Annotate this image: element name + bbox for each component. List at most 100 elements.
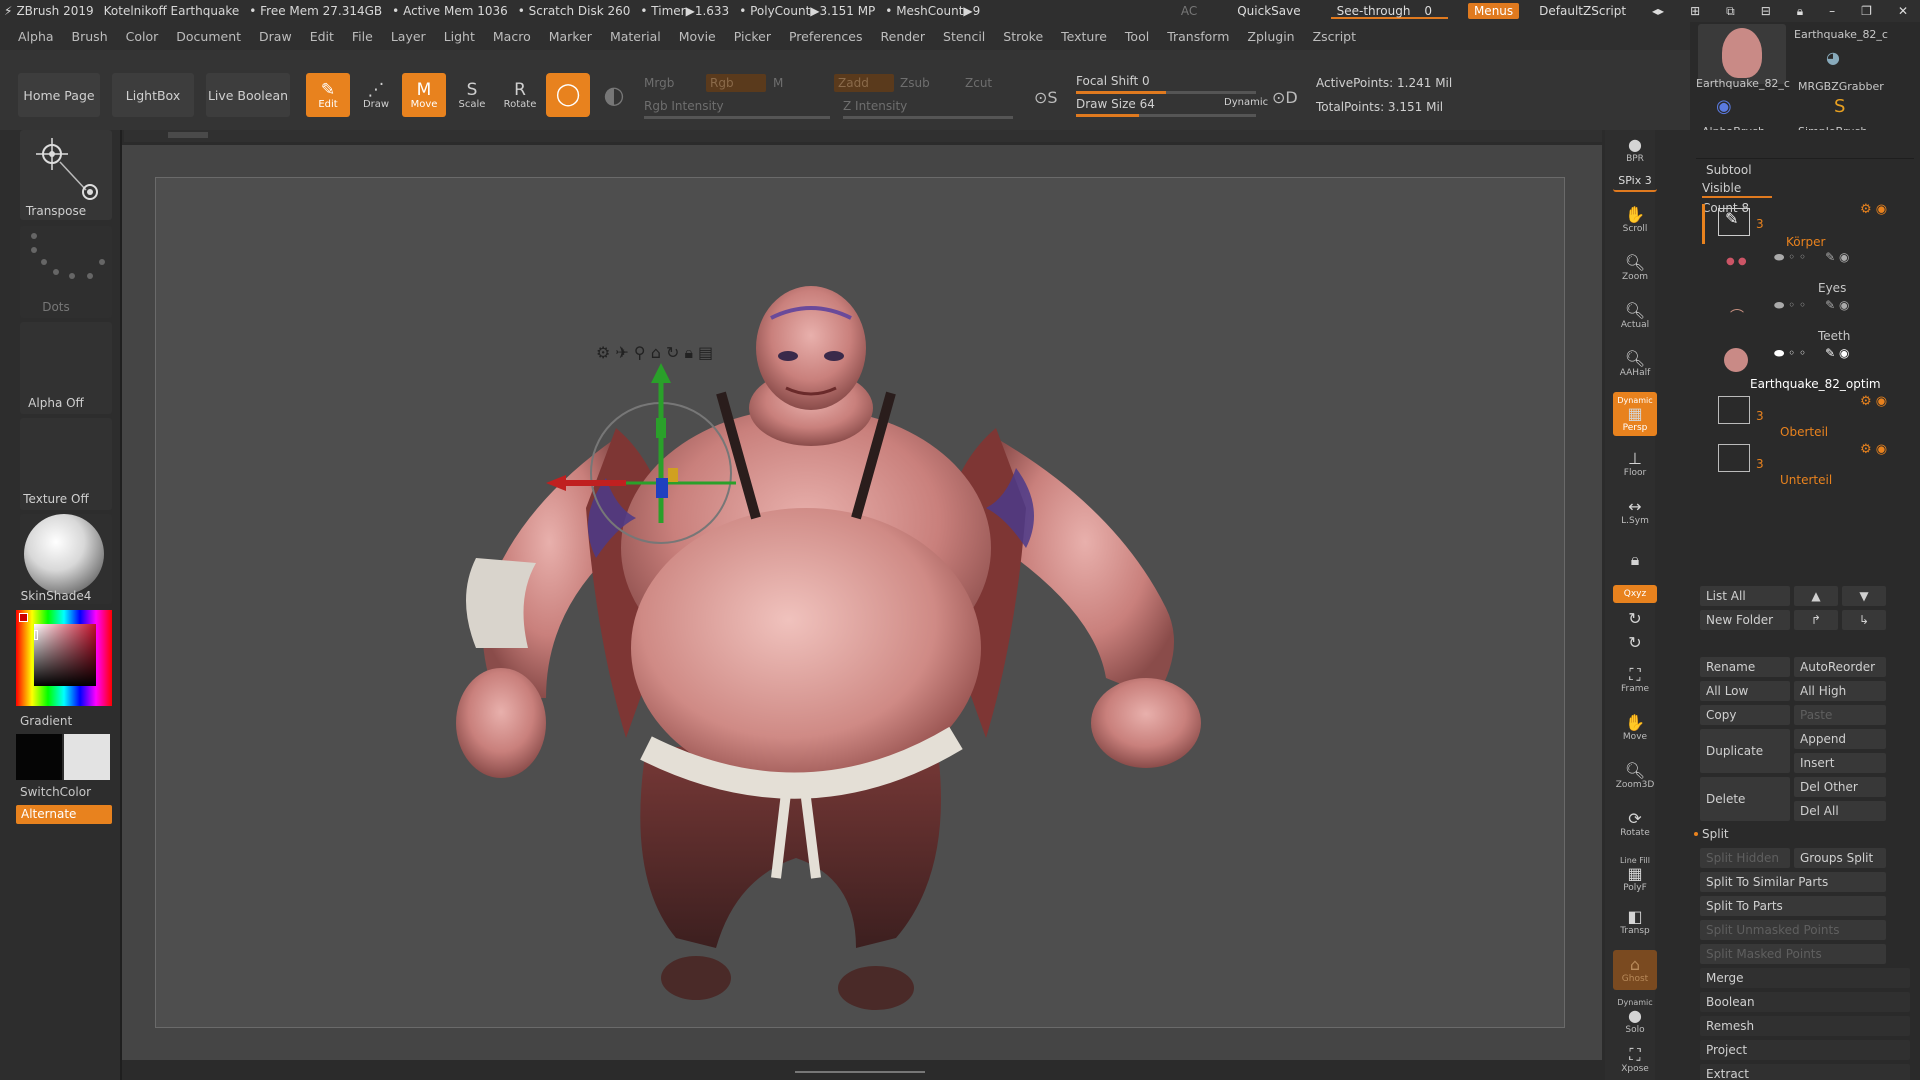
menu-file[interactable]: File bbox=[352, 29, 373, 44]
all-low-button[interactable]: All Low bbox=[1700, 681, 1790, 701]
split-masked-button[interactable]: Split Masked Points bbox=[1700, 944, 1886, 964]
menu-zplugin[interactable]: Zplugin bbox=[1247, 29, 1294, 44]
rotate-z-button[interactable]: ↻ bbox=[1613, 632, 1657, 654]
interface2-icon[interactable]: ⧉ bbox=[1720, 3, 1741, 19]
rotate-y-button[interactable]: ↻ bbox=[1613, 608, 1657, 630]
zsub-button[interactable]: Zsub bbox=[900, 76, 930, 90]
delete-button[interactable]: Delete bbox=[1700, 777, 1790, 821]
folder-oberteil-icon[interactable] bbox=[1718, 396, 1750, 424]
folder-korper-gear-icon[interactable]: ⚙ ◉ bbox=[1860, 202, 1887, 217]
eyes-toggle-icon[interactable]: ⬬ ◦ ◦ ✎ ◉ bbox=[1774, 250, 1849, 265]
mrgb-button[interactable]: Mrgb bbox=[644, 76, 674, 90]
minimize-icon[interactable]: – bbox=[1823, 3, 1841, 19]
xpose-button[interactable]: ⛶ Xpose bbox=[1613, 1040, 1657, 1080]
interface-icon[interactable]: ⊞ bbox=[1684, 3, 1706, 19]
autoreorder-button[interactable]: AutoReorder bbox=[1794, 657, 1886, 677]
menu-stroke[interactable]: Stroke bbox=[1003, 29, 1043, 44]
menu-alpha[interactable]: Alpha bbox=[18, 29, 54, 44]
lsym-button[interactable]: ↔ L.Sym bbox=[1613, 492, 1657, 532]
actual-button[interactable]: 🔍︎ Actual bbox=[1613, 296, 1657, 336]
move-down-icon[interactable]: ↳ bbox=[1842, 610, 1886, 630]
menu-texture[interactable]: Texture bbox=[1061, 29, 1107, 44]
mrgbz-grabber-label[interactable]: MRGBZGrabber bbox=[1798, 80, 1884, 93]
menu-marker[interactable]: Marker bbox=[549, 29, 592, 44]
lock-button[interactable]: 🔒︎ bbox=[1613, 540, 1657, 580]
character-model[interactable]: ⚙ ✈ ⚲ ⌂ ↻ 🔒︎ ▤ bbox=[156, 178, 1566, 1029]
remesh-button[interactable]: Remesh bbox=[1700, 1016, 1910, 1036]
menus-button[interactable]: Menus bbox=[1467, 3, 1520, 19]
rgb-intensity-slider[interactable] bbox=[644, 116, 830, 119]
menu-preferences[interactable]: Preferences bbox=[789, 29, 863, 44]
home-page-button[interactable]: Home Page bbox=[18, 73, 100, 117]
canvas[interactable]: ⚙ ✈ ⚲ ⌂ ↻ 🔒︎ ▤ bbox=[155, 177, 1565, 1028]
zcut-button[interactable]: Zcut bbox=[965, 76, 992, 90]
lock-icon[interactable]: 🔒︎ bbox=[1791, 3, 1809, 19]
menu-tool[interactable]: Tool bbox=[1125, 29, 1149, 44]
dynamic-button[interactable]: Dynamic bbox=[1224, 97, 1268, 108]
project-button[interactable]: Project bbox=[1700, 1040, 1910, 1060]
m-button[interactable]: M bbox=[773, 76, 783, 90]
draw-button[interactable]: ⋰ Draw bbox=[354, 73, 398, 117]
menu-movie[interactable]: Movie bbox=[679, 29, 716, 44]
rgb-button[interactable]: Rgb bbox=[706, 74, 766, 92]
menu-stencil[interactable]: Stencil bbox=[943, 29, 985, 44]
zadd-button[interactable]: Zadd bbox=[834, 74, 894, 92]
menu-macro[interactable]: Macro bbox=[493, 29, 531, 44]
see-through-slider[interactable]: See-through 0 bbox=[1330, 3, 1448, 19]
ghost-button[interactable]: ⌂ Ghost bbox=[1613, 950, 1657, 990]
polyf-button[interactable]: Line Fill ▦ PolyF bbox=[1613, 852, 1657, 896]
rename-button[interactable]: Rename bbox=[1700, 657, 1790, 677]
visible-count-slider[interactable]: Visible Count 8 bbox=[1702, 178, 1772, 215]
move-up-icon[interactable]: ↱ bbox=[1794, 610, 1838, 630]
extract-button[interactable]: Extract bbox=[1700, 1064, 1910, 1080]
zoom3d-button[interactable]: 🔍︎ Zoom3D bbox=[1613, 756, 1657, 796]
menu-render[interactable]: Render bbox=[881, 29, 926, 44]
solo-button[interactable]: Dynamic ● Solo bbox=[1613, 994, 1657, 1038]
menu-edit[interactable]: Edit bbox=[310, 29, 334, 44]
alternate-button[interactable]: Alternate bbox=[16, 805, 112, 824]
arrow-up-icon[interactable]: ▲ bbox=[1794, 586, 1838, 606]
duplicate-button[interactable]: Duplicate bbox=[1700, 729, 1790, 773]
folder-unterteil-name[interactable]: Unterteil bbox=[1780, 472, 1832, 488]
scroll-indicator[interactable] bbox=[168, 132, 208, 138]
ac-button[interactable]: AC bbox=[1175, 3, 1203, 19]
split-header[interactable]: Split bbox=[1702, 824, 1729, 844]
material-sphere-button[interactable]: ◐ bbox=[594, 73, 634, 117]
boolean-button[interactable]: Boolean bbox=[1700, 992, 1910, 1012]
all-high-button[interactable]: All High bbox=[1794, 681, 1886, 701]
menu-layer[interactable]: Layer bbox=[391, 29, 426, 44]
move-button[interactable]: M Move bbox=[402, 73, 446, 117]
new-folder-button[interactable]: New Folder bbox=[1700, 610, 1790, 630]
folder-unterteil-icon[interactable] bbox=[1718, 444, 1750, 472]
split-unmasked-button[interactable]: Split Unmasked Points bbox=[1700, 920, 1886, 940]
merge-button[interactable]: Merge bbox=[1700, 968, 1910, 988]
paste-button[interactable]: Paste bbox=[1794, 705, 1886, 725]
xyz-button[interactable]: Qxyz bbox=[1613, 585, 1657, 603]
layout-icon[interactable]: ◂▸ bbox=[1646, 3, 1670, 19]
rotate-button[interactable]: R Rotate bbox=[498, 73, 542, 117]
s-icon[interactable]: ⊙S bbox=[1034, 88, 1058, 107]
d-icon[interactable]: ⊙D bbox=[1272, 88, 1298, 107]
switch-color-button[interactable]: SwitchColor bbox=[20, 785, 91, 799]
frame-button[interactable]: ⛶ Frame bbox=[1613, 660, 1657, 700]
lightbox-button[interactable]: LightBox bbox=[112, 73, 194, 117]
list-all-button[interactable]: List All bbox=[1700, 586, 1790, 606]
live-boolean-button[interactable]: Live Boolean bbox=[206, 73, 290, 117]
bpr-button[interactable]: ● BPR bbox=[1613, 130, 1657, 170]
append-button[interactable]: Append bbox=[1794, 729, 1886, 749]
rotate-view-button[interactable]: ⟳ Rotate bbox=[1613, 804, 1657, 844]
menu-draw[interactable]: Draw bbox=[259, 29, 292, 44]
scale-button[interactable]: S Scale bbox=[450, 73, 494, 117]
menu-brush[interactable]: Brush bbox=[72, 29, 108, 44]
persp-button[interactable]: Dynamic ▦ Persp bbox=[1613, 392, 1657, 436]
move-view-button[interactable]: ✋ Move bbox=[1613, 708, 1657, 748]
menu-zscript[interactable]: Zscript bbox=[1313, 29, 1356, 44]
windows-icon[interactable]: ⊟ bbox=[1755, 3, 1777, 19]
tool-thumbnail-2-label[interactable]: Earthquake_82_c bbox=[1794, 28, 1888, 41]
insert-button[interactable]: Insert bbox=[1794, 753, 1886, 773]
menu-document[interactable]: Document bbox=[176, 29, 241, 44]
menu-color[interactable]: Color bbox=[126, 29, 159, 44]
arrow-down-icon[interactable]: ▼ bbox=[1842, 586, 1886, 606]
del-all-button[interactable]: Del All bbox=[1794, 801, 1886, 821]
tool-thumbnail-1[interactable] bbox=[1698, 24, 1786, 84]
